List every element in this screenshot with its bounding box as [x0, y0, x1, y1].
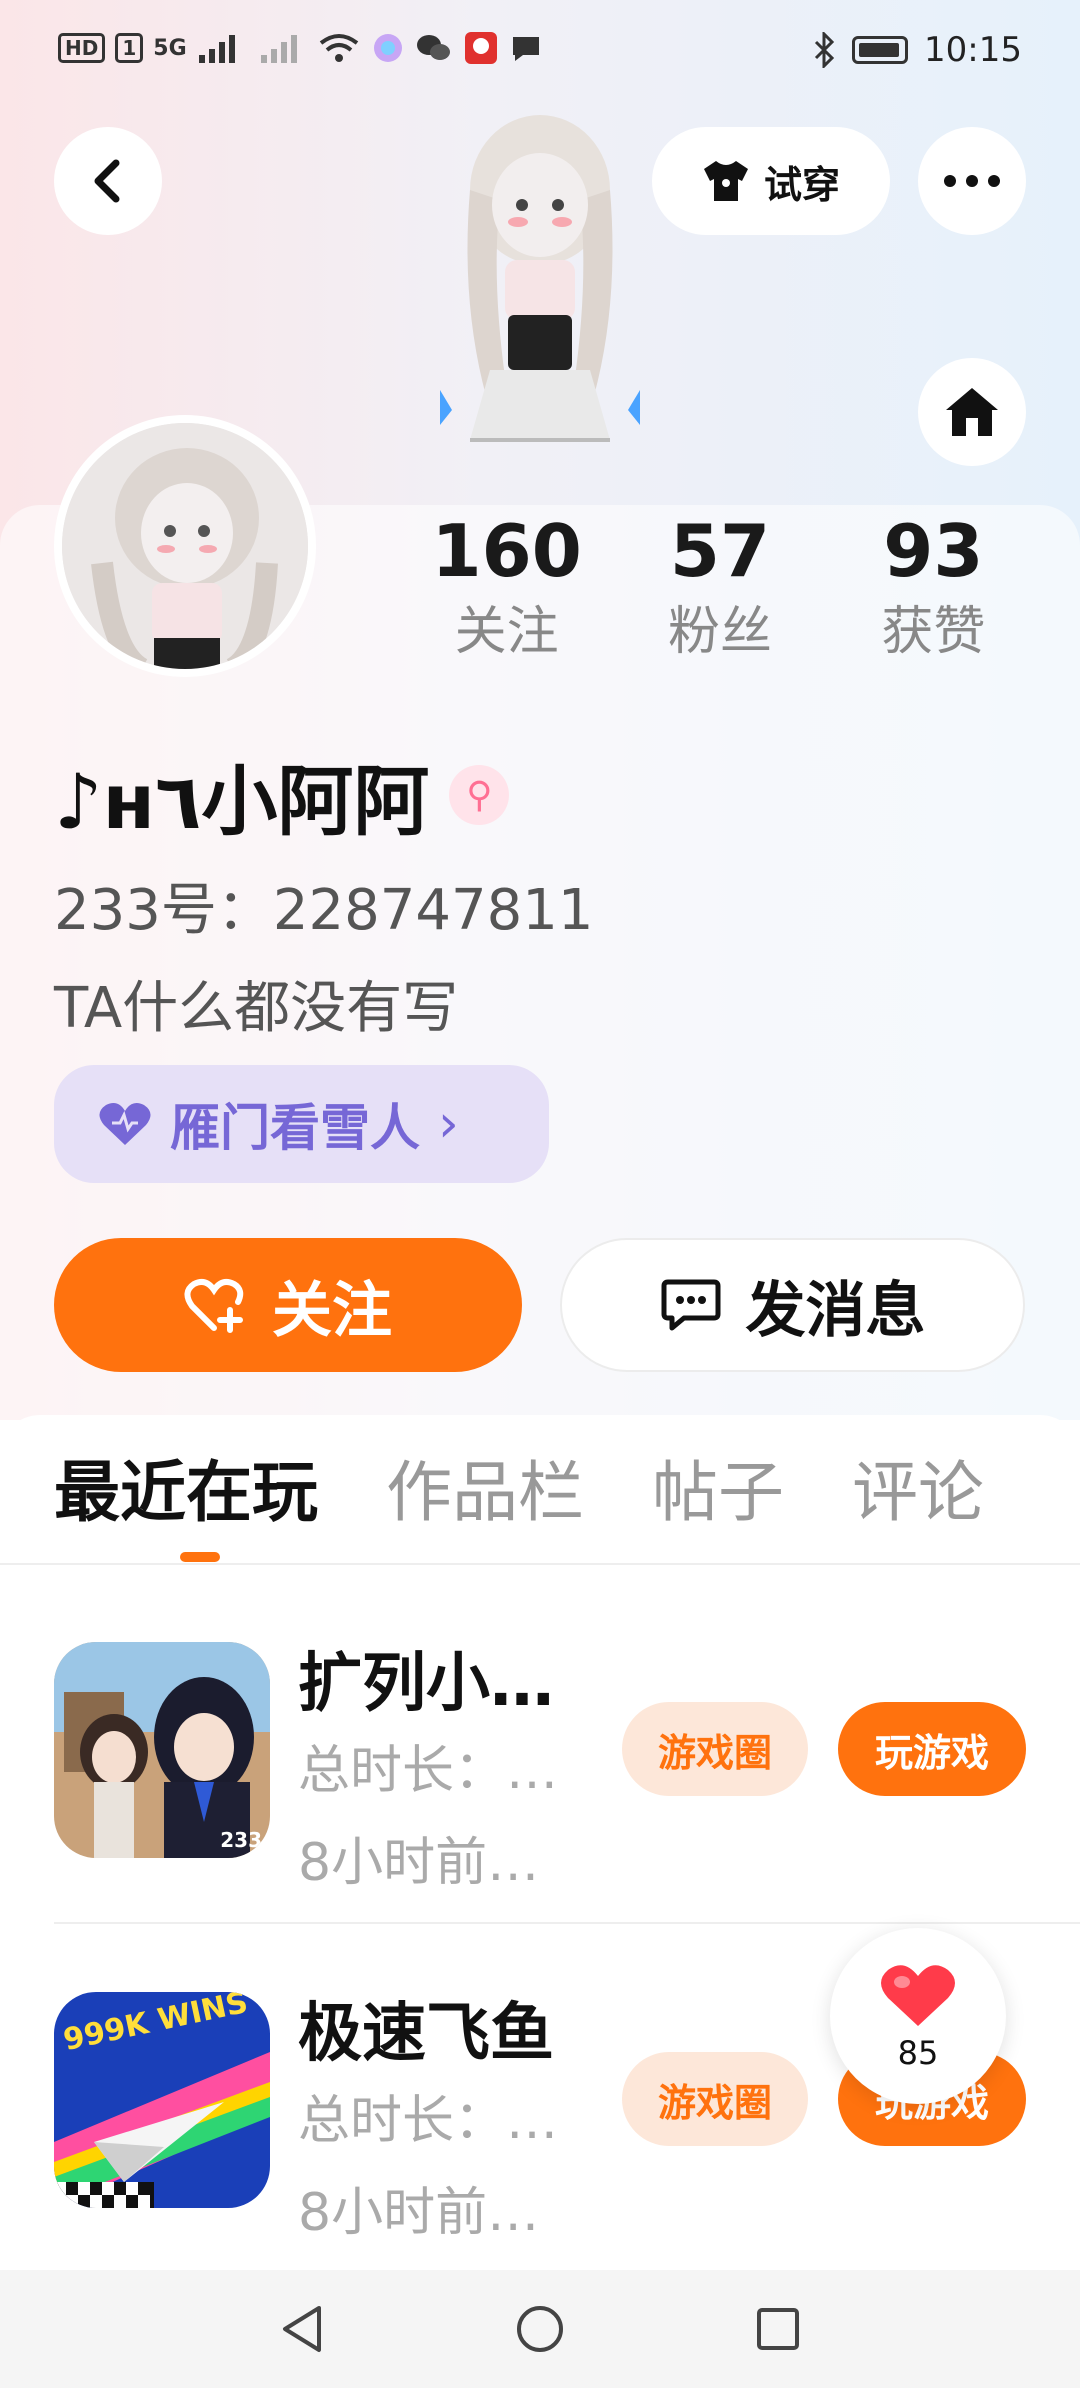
ellipsis-icon [944, 175, 1000, 187]
chevron-left-icon [94, 159, 120, 203]
avatar-3d-figure[interactable] [430, 110, 650, 510]
wifi-icon [319, 34, 358, 62]
try-on-label: 试穿 [763, 162, 840, 207]
follow-label: 关注 [272, 1275, 392, 1346]
username-row: ♪ʜ٦小阿阿 ⚲ [54, 740, 510, 850]
system-navigation-bar [0, 2270, 1080, 2388]
stat-label: 粉丝 [667, 602, 772, 662]
follow-button[interactable]: 关注 [54, 1238, 522, 1372]
list-item[interactable]: 233 扩列小… 总时长：… 8小时前… 游戏圈 玩游戏 [0, 1642, 1080, 1942]
tab-posts[interactable]: 帖子 [652, 1448, 784, 1538]
stat-likes[interactable]: 93 获赞 [827, 505, 1040, 667]
game-duration: 总时长：… [298, 2091, 559, 2151]
message-icon [512, 37, 539, 61]
chat-bubble-icon [661, 1279, 720, 1331]
tshirt-icon [703, 161, 748, 201]
signal-off-icon [260, 35, 297, 63]
status-bar-right: 10:15 [812, 30, 1022, 70]
nav-back-icon[interactable] [279, 2304, 325, 2354]
nav-home-icon[interactable] [515, 2304, 565, 2354]
signal-icon [198, 35, 235, 63]
shopping-app-icon [464, 32, 497, 64]
stat-value: 160 [431, 509, 582, 593]
floating-like-button[interactable]: 85 [830, 1928, 1006, 2104]
status-bar-left: HD 1 5G [58, 30, 543, 66]
stat-label: 获赞 [881, 602, 986, 662]
username: ♪ʜ٦小阿阿 [54, 757, 430, 846]
user-id: 233号：228747811 [54, 878, 594, 943]
avatar[interactable] [54, 415, 316, 677]
game-icon[interactable]: 233 [54, 1642, 270, 1858]
status-bar: HD 1 5G 10:15 [0, 0, 1080, 105]
like-count: 85 [897, 2034, 939, 2072]
status-time: 10:15 [924, 30, 1022, 70]
stat-value: 93 [883, 509, 984, 593]
user-bio: TA什么都没有写 [54, 976, 459, 1041]
hd-badge: HD [58, 33, 106, 63]
list-divider [54, 1922, 1080, 1924]
send-message-button[interactable]: 发消息 [560, 1238, 1025, 1372]
profile-tabs: 最近在玩 作品栏 帖子 评论 [54, 1448, 984, 1538]
sim-badge: 1 [115, 33, 144, 63]
wechat-icon [416, 35, 450, 60]
active-tab-indicator [180, 1552, 220, 1562]
more-options-button[interactable] [918, 127, 1026, 235]
heart-plus-icon [184, 1279, 244, 1333]
heart-icon [881, 1965, 955, 2026]
community-tag-button[interactable]: 雁门看雪人 › [54, 1065, 549, 1183]
back-button[interactable] [54, 127, 162, 235]
game-icon[interactable]: 999K WINS [54, 1992, 270, 2208]
stat-value: 57 [669, 509, 771, 593]
message-label: 发消息 [745, 1275, 926, 1346]
stat-following[interactable]: 160 关注 [400, 505, 613, 667]
nav-recents-icon[interactable] [755, 2306, 801, 2352]
app-notification-icon [373, 34, 402, 62]
game-icon-badge: 233 [220, 1828, 262, 1852]
tab-works[interactable]: 作品栏 [386, 1448, 584, 1538]
bluetooth-icon [814, 32, 835, 68]
tabs-divider [0, 1563, 1080, 1565]
game-title: 扩列小… [298, 1647, 554, 1721]
game-last-played: 8小时前… [298, 1833, 540, 1893]
female-gender-icon: ⚲ [449, 765, 510, 825]
game-circle-button[interactable]: 游戏圈 [622, 1702, 808, 1796]
play-game-button[interactable]: 玩游戏 [838, 1702, 1026, 1796]
tab-comments[interactable]: 评论 [852, 1448, 984, 1538]
game-last-played: 8小时前… [298, 2183, 540, 2243]
profile-stats: 160 关注 57 粉丝 93 获赞 [400, 505, 1040, 667]
try-on-button[interactable]: 试穿 [652, 127, 890, 235]
stat-label: 关注 [454, 602, 559, 662]
stat-followers[interactable]: 57 粉丝 [613, 505, 826, 667]
game-duration: 总时长：… [298, 1741, 559, 1801]
tag-label: 雁门看雪人 [170, 1099, 420, 1157]
tab-recently-played[interactable]: 最近在玩 [54, 1448, 318, 1538]
chevron-right-icon: › [438, 1094, 459, 1154]
network-label: 5G [153, 35, 187, 61]
home-icon [946, 388, 998, 436]
game-title: 极速飞鱼 [298, 1997, 554, 2071]
home-space-button[interactable] [918, 358, 1026, 466]
heart-pulse-icon [99, 1103, 151, 1145]
battery-icon [852, 36, 909, 64]
game-circle-button[interactable]: 游戏圈 [622, 2052, 808, 2146]
